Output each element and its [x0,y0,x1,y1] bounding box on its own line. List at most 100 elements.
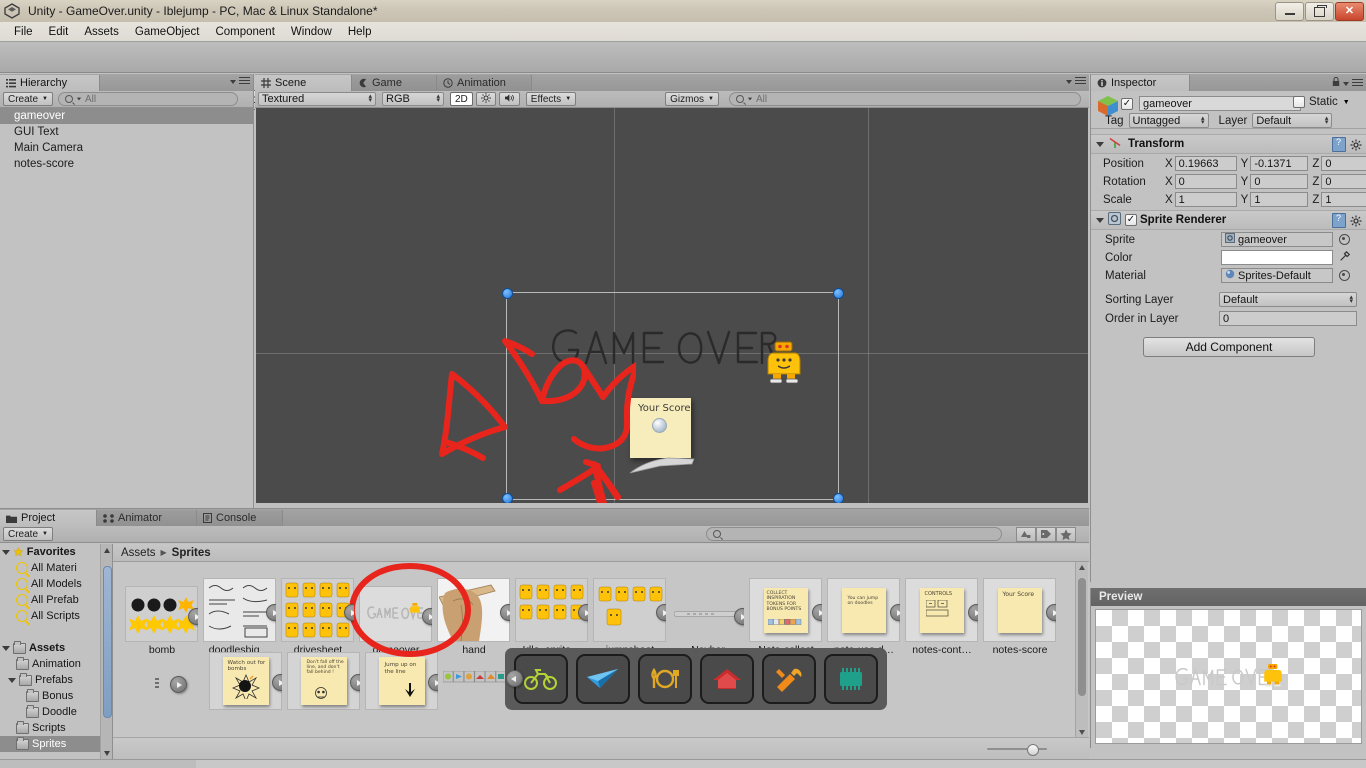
asset-play-badge[interactable] [812,604,822,621]
scale-x-input[interactable]: 1 [1174,192,1237,207]
selection-handle-tl[interactable] [502,288,513,299]
scale-z-input[interactable]: 1 [1321,192,1366,207]
scale-y-input[interactable]: 1 [1250,192,1309,207]
foldout-icon[interactable] [1096,217,1104,223]
navtile-house[interactable] [700,654,754,704]
close-button[interactable]: ✕ [1335,2,1364,21]
scroll-up-icon[interactable] [103,548,110,553]
tab-animation[interactable]: Animation [437,75,532,91]
restore-button[interactable] [1305,2,1334,21]
foldout-icon[interactable] [8,677,16,683]
asset-item-jumpsheet[interactable]: jumpsheet [593,578,666,656]
hierarchy-item-main-camera[interactable]: Main Camera [0,140,253,156]
asset-play-badge[interactable] [890,604,900,621]
asset-play-badge[interactable] [344,604,354,621]
hierarchy-item-gui-text[interactable]: GUI Text [0,124,253,140]
eyedropper-icon[interactable] [1339,250,1351,265]
add-component-button[interactable]: Add Component [1143,337,1315,357]
menu-assets[interactable]: Assets [76,24,127,40]
asset-play-badge[interactable] [1046,604,1056,621]
tree-item-all-materials[interactable]: All Materi [0,560,112,576]
navtile-paper-plane[interactable] [576,654,630,704]
tree-scroll-thumb[interactable] [103,566,112,718]
tab-hierarchy[interactable]: Hierarchy [0,75,100,91]
asset-play-badge[interactable] [350,674,360,691]
order-in-layer-input[interactable]: 0 [1219,311,1357,326]
sorting-layer-dropdown[interactable]: Default ▴ ▾ [1219,292,1357,307]
tree-item-all-prefabs[interactable]: All Prefab [0,592,112,608]
foldout-icon[interactable] [2,645,10,651]
navtile-dinner-plate[interactable] [638,654,692,704]
tree-item-animation[interactable]: Animation [0,656,112,672]
gear-icon[interactable] [1350,139,1362,151]
scroll-down-icon[interactable] [1079,730,1085,735]
help-icon[interactable] [1332,137,1346,152]
favorites-star-icon[interactable] [1056,526,1076,542]
menu-gameobject[interactable]: GameObject [127,24,208,40]
tree-item-bonus[interactable]: Bonus [0,688,112,704]
position-y-input[interactable]: -0.1371 [1250,156,1309,171]
asset-item-drivesheet[interactable]: drivesheet [281,578,354,656]
foldout-icon[interactable] [1096,141,1104,147]
tree-item-sprites[interactable]: Sprites [0,736,112,752]
tree-item-assets[interactable]: Assets [0,640,112,656]
draw-mode-dropdown[interactable]: Textured ▴ ▾ [258,92,376,106]
scene-audio-button[interactable] [498,92,520,106]
menu-window[interactable]: Window [283,24,340,40]
toggle-2d-button[interactable]: 2D [450,92,473,106]
rotation-z-input[interactable]: 0 [1321,174,1366,189]
asset-item-idle-sprite[interactable]: Idle_sprite… [515,578,588,656]
material-object-field[interactable]: Sprites-Default [1221,268,1333,283]
asset-grid-scrollbar[interactable] [1075,562,1088,738]
asset-item-note-bombs[interactable]: Watch out for bombs [209,652,282,710]
tree-item-favorites[interactable]: ★ Favorites [0,544,112,560]
asset-item-icon-strip[interactable] [443,670,523,687]
hierarchy-item-gameover[interactable]: gameover [0,108,253,124]
asset-prev-badge[interactable] [506,670,523,687]
minimize-button[interactable] [1275,2,1304,21]
scene-gizmos-button[interactable]: Gizmos ▼ [665,92,719,106]
scroll-up-icon[interactable] [1079,565,1085,570]
sprite-picker-icon[interactable] [1339,234,1350,245]
asset-play-badge[interactable] [656,604,666,621]
help-icon[interactable] [1332,213,1346,228]
sprite-renderer-enabled-checkbox[interactable]: ✓ [1125,214,1137,226]
tree-item-doodle[interactable]: Doodle [0,704,112,720]
asset-scroll-thumb[interactable] [1078,578,1086,696]
asset-play-badge[interactable] [272,674,282,691]
color-swatch-field[interactable] [1221,250,1333,265]
asset-play-badge[interactable] [422,608,432,625]
scene-tab-menu[interactable] [1066,77,1086,86]
asset-play-badge[interactable] [170,676,187,693]
asset-item-gameover[interactable]: gameover [359,586,432,656]
menu-edit[interactable]: Edit [41,24,77,40]
scroll-down-icon[interactable] [103,751,110,756]
filter-by-label-icon[interactable] [1036,526,1056,542]
chevron-down-icon[interactable]: ▼ [1343,99,1350,106]
material-picker-icon[interactable] [1339,270,1350,281]
asset-play-badge[interactable] [734,608,744,625]
lock-icon[interactable] [1332,76,1340,90]
asset-item-note-use-doodles[interactable]: You can jump on doodles note-use d… [827,578,900,656]
asset-play-badge[interactable] [428,674,438,691]
tree-item-prefabs[interactable]: Prefabs [0,672,112,688]
project-search-input[interactable] [706,527,1002,541]
asset-play-badge[interactable] [266,604,276,621]
breadcrumb-sprites[interactable]: Sprites [172,547,211,559]
asset-play-badge[interactable] [968,604,978,621]
object-enabled-checkbox[interactable]: ✓ [1121,97,1133,110]
menu-component[interactable]: Component [207,24,282,40]
object-name-input[interactable]: gameover [1139,96,1301,111]
navtile-chip[interactable] [824,654,878,704]
filter-by-type-icon[interactable] [1016,526,1036,542]
asset-item-note-collect[interactable]: COLLECT INSPIRATION TOKENS FOR BONUS POI… [749,578,822,656]
asset-play-badge[interactable] [578,604,588,621]
asset-item-notes-score[interactable]: Your Score notes-score [983,578,1056,656]
rotation-y-input[interactable]: 0 [1250,174,1309,189]
asset-item-navbar[interactable]: Navbar [671,586,744,656]
hierarchy-tab-menu[interactable] [230,77,250,86]
sprite-object-field[interactable]: gameover [1221,232,1333,247]
tree-item-scripts[interactable]: Scripts [0,720,112,736]
scene-lighting-button[interactable] [475,92,496,106]
asset-zoom-slider[interactable] [987,744,1047,756]
